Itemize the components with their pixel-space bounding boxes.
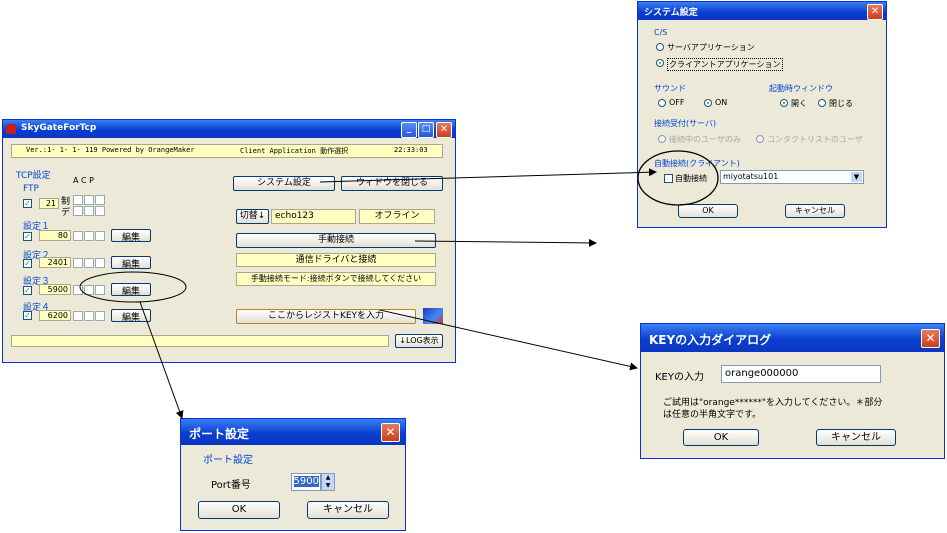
auto-connect-highlight-ellipse	[637, 150, 719, 206]
arrow-to-system-dialog	[319, 168, 657, 183]
arrow-to-key-dialog	[379, 309, 638, 371]
edit-highlight-ellipse	[79, 271, 187, 303]
arrow-to-port-dialog	[139, 301, 184, 419]
arrow-to-manual-connect	[414, 238, 597, 247]
annotation-overlay	[79, 150, 719, 419]
